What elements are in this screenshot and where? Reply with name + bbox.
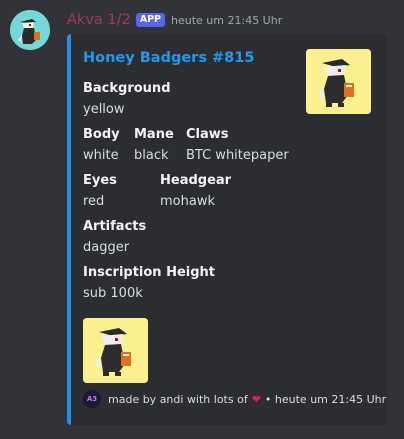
field-value-artifacts: dagger [83, 240, 130, 255]
field-name-background: Background [83, 81, 171, 96]
footer-logo-icon: A3 [83, 390, 101, 408]
username[interactable]: Akva 1/2 [67, 12, 131, 28]
field-value-headgear: mohawk [160, 194, 215, 209]
field-name-claws: Claws [186, 127, 229, 142]
field-value-background: yellow [83, 102, 125, 117]
embed-card: Honey Badgers #815 Background yellow Bod… [67, 34, 387, 425]
heart-icon: ❤ [251, 392, 261, 406]
footer-text: made by andi with lots of [108, 392, 248, 406]
field-name-mane: Mane [134, 127, 174, 142]
field-value-inscription-height: sub 100k [83, 286, 143, 301]
embed-image[interactable] [83, 318, 148, 383]
user-avatar[interactable] [10, 10, 50, 50]
footer-timestamp: • heute um 21:45 Uhr [264, 392, 387, 406]
field-name-body: Body [83, 127, 120, 142]
embed-title[interactable]: Honey Badgers #815 [83, 50, 254, 66]
message-timestamp[interactable]: heute um 21:45 Uhr [171, 14, 282, 27]
field-value-eyes: red [83, 194, 105, 209]
field-name-headgear: Headgear [160, 173, 232, 188]
field-name-eyes: Eyes [83, 173, 117, 188]
field-value-claws: BTC whitepaper [186, 148, 289, 163]
honey-badger-icon [10, 10, 50, 50]
embed-footer: A3 made by andi with lots of ❤ • heute u… [83, 390, 386, 408]
field-name-inscription-height: Inscription Height [83, 265, 216, 280]
honey-badger-icon [83, 318, 148, 383]
message-header: Akva 1/2 APP heute um 21:45 Uhr [67, 11, 282, 29]
embed-thumbnail[interactable] [306, 49, 371, 114]
field-value-mane: black [134, 148, 169, 163]
field-value-body: white [83, 148, 119, 163]
honey-badger-icon [306, 49, 371, 114]
app-badge: APP [135, 13, 166, 27]
field-name-artifacts: Artifacts [83, 219, 147, 234]
